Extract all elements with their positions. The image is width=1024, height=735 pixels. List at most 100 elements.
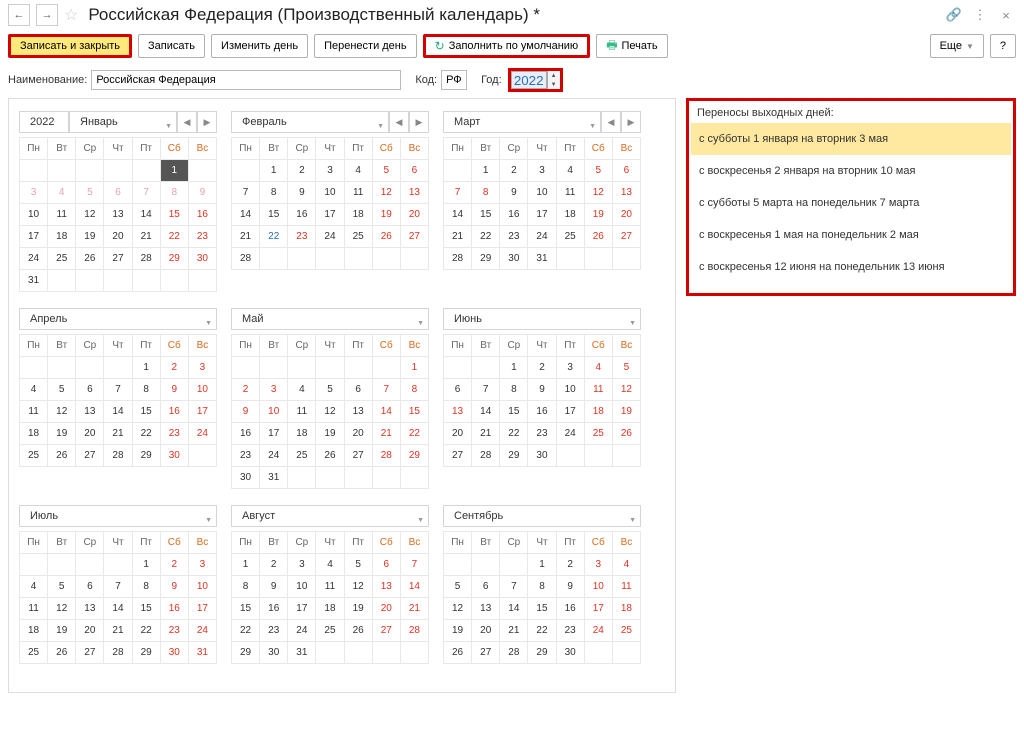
calendar-day[interactable]: 8 xyxy=(400,379,428,401)
calendar-day[interactable]: 21 xyxy=(104,620,132,642)
calendar-day[interactable]: 5 xyxy=(612,357,640,379)
calendar-day[interactable]: 6 xyxy=(76,576,104,598)
calendar-day[interactable]: 24 xyxy=(260,445,288,467)
calendar-day[interactable]: 10 xyxy=(584,576,612,598)
calendar-day[interactable]: 1 xyxy=(132,554,160,576)
calendar-day[interactable]: 23 xyxy=(260,620,288,642)
calendar-day[interactable]: 5 xyxy=(48,379,76,401)
calendar-day[interactable]: 14 xyxy=(132,204,160,226)
calendar-day[interactable]: 12 xyxy=(48,401,76,423)
calendar-day[interactable]: 13 xyxy=(76,598,104,620)
calendar-day[interactable]: 12 xyxy=(372,182,400,204)
calendar-day[interactable]: 2 xyxy=(232,379,260,401)
calendar-day[interactable]: 17 xyxy=(528,204,556,226)
calendar-day[interactable]: 25 xyxy=(584,423,612,445)
calendar-day[interactable]: 1 xyxy=(528,554,556,576)
calendar-day[interactable]: 27 xyxy=(76,642,104,664)
calendar-day[interactable]: 9 xyxy=(188,182,216,204)
calendar-day[interactable]: 3 xyxy=(584,554,612,576)
move-day-button[interactable]: Перенести день xyxy=(314,34,417,58)
calendar-day[interactable]: 16 xyxy=(500,204,528,226)
calendar-day[interactable]: 17 xyxy=(260,423,288,445)
calendar-day[interactable]: 21 xyxy=(104,423,132,445)
calendar-day[interactable]: 9 xyxy=(260,576,288,598)
calendar-day[interactable]: 18 xyxy=(612,598,640,620)
calendar-day[interactable]: 8 xyxy=(528,576,556,598)
calendar-day[interactable]: 8 xyxy=(232,576,260,598)
calendar-day[interactable]: 6 xyxy=(400,160,428,182)
calendar-day[interactable]: 15 xyxy=(160,204,188,226)
calendar-day[interactable]: 27 xyxy=(444,445,472,467)
calendar-day[interactable]: 6 xyxy=(104,182,132,204)
transfer-item[interactable]: с воскресенья 2 января на вторник 10 мая xyxy=(691,155,1011,187)
calendar-day[interactable]: 18 xyxy=(344,204,372,226)
help-button[interactable]: ? xyxy=(990,34,1016,58)
calendar-day[interactable]: 16 xyxy=(556,598,584,620)
calendar-day[interactable]: 22 xyxy=(400,423,428,445)
name-input[interactable] xyxy=(91,70,401,90)
calendar-day[interactable]: 20 xyxy=(104,226,132,248)
calendar-day[interactable]: 20 xyxy=(76,620,104,642)
calendar-day[interactable]: 22 xyxy=(528,620,556,642)
calendar-day[interactable]: 25 xyxy=(556,226,584,248)
calendar-day[interactable]: 27 xyxy=(344,445,372,467)
calendar-day[interactable]: 5 xyxy=(316,379,344,401)
month-prev-button[interactable]: ◀ xyxy=(601,111,621,133)
calendar-day[interactable]: 20 xyxy=(400,204,428,226)
calendar-day[interactable]: 5 xyxy=(344,554,372,576)
calendar-day[interactable]: 21 xyxy=(232,226,260,248)
calendar-day[interactable]: 21 xyxy=(132,226,160,248)
calendar-day[interactable]: 19 xyxy=(444,620,472,642)
calendar-day[interactable]: 28 xyxy=(132,248,160,270)
calendar-day[interactable]: 23 xyxy=(556,620,584,642)
calendar-day[interactable]: 18 xyxy=(316,598,344,620)
calendar-day[interactable]: 13 xyxy=(444,401,472,423)
calendar-day[interactable]: 6 xyxy=(612,160,640,182)
calendar-day[interactable]: 11 xyxy=(288,401,316,423)
calendar-day[interactable]: 3 xyxy=(528,160,556,182)
fill-default-button[interactable]: ↻ Заполнить по умолчанию xyxy=(423,34,591,58)
calendar-day[interactable]: 1 xyxy=(232,554,260,576)
calendar-day[interactable]: 2 xyxy=(288,160,316,182)
calendar-day[interactable]: 20 xyxy=(444,423,472,445)
calendar-day[interactable]: 30 xyxy=(260,642,288,664)
calendar-day[interactable]: 23 xyxy=(528,423,556,445)
calendar-day[interactable]: 6 xyxy=(344,379,372,401)
calendar-day[interactable]: 7 xyxy=(104,379,132,401)
calendar-day[interactable]: 20 xyxy=(612,204,640,226)
calendar-day[interactable]: 8 xyxy=(132,576,160,598)
calendar-day[interactable]: 6 xyxy=(472,576,500,598)
calendar-day[interactable]: 23 xyxy=(160,620,188,642)
calendar-day[interactable]: 10 xyxy=(20,204,48,226)
calendar-day[interactable]: 22 xyxy=(260,226,288,248)
calendar-day[interactable]: 17 xyxy=(20,226,48,248)
month-next-button[interactable]: ▶ xyxy=(197,111,217,133)
calendar-day[interactable]: 26 xyxy=(48,642,76,664)
calendar-day[interactable]: 19 xyxy=(344,598,372,620)
calendar-day[interactable]: 8 xyxy=(472,182,500,204)
month-name[interactable]: Июнь▼ xyxy=(443,308,641,330)
calendar-day[interactable]: 10 xyxy=(188,379,216,401)
calendar-day[interactable]: 1 xyxy=(400,357,428,379)
calendar-day[interactable]: 11 xyxy=(344,182,372,204)
calendar-day[interactable]: 29 xyxy=(400,445,428,467)
calendar-day[interactable]: 21 xyxy=(444,226,472,248)
calendar-day[interactable]: 31 xyxy=(528,248,556,270)
calendar-day[interactable]: 1 xyxy=(260,160,288,182)
calendar-day[interactable]: 15 xyxy=(500,401,528,423)
calendar-day[interactable]: 17 xyxy=(316,204,344,226)
calendar-day[interactable]: 28 xyxy=(372,445,400,467)
save-and-close-button[interactable]: Записать и закрыть xyxy=(8,34,132,58)
calendar-day[interactable]: 22 xyxy=(132,423,160,445)
calendar-day[interactable]: 10 xyxy=(316,182,344,204)
calendar-day[interactable]: 22 xyxy=(500,423,528,445)
calendar-day[interactable]: 15 xyxy=(232,598,260,620)
calendar-day[interactable]: 24 xyxy=(584,620,612,642)
calendar-day[interactable]: 20 xyxy=(472,620,500,642)
calendar-day[interactable]: 29 xyxy=(132,445,160,467)
nav-back-button[interactable]: ← xyxy=(8,4,30,26)
calendar-day[interactable]: 26 xyxy=(316,445,344,467)
calendar-day[interactable]: 6 xyxy=(372,554,400,576)
month-name[interactable]: Август▼ xyxy=(231,505,429,527)
calendar-day[interactable]: 31 xyxy=(188,642,216,664)
